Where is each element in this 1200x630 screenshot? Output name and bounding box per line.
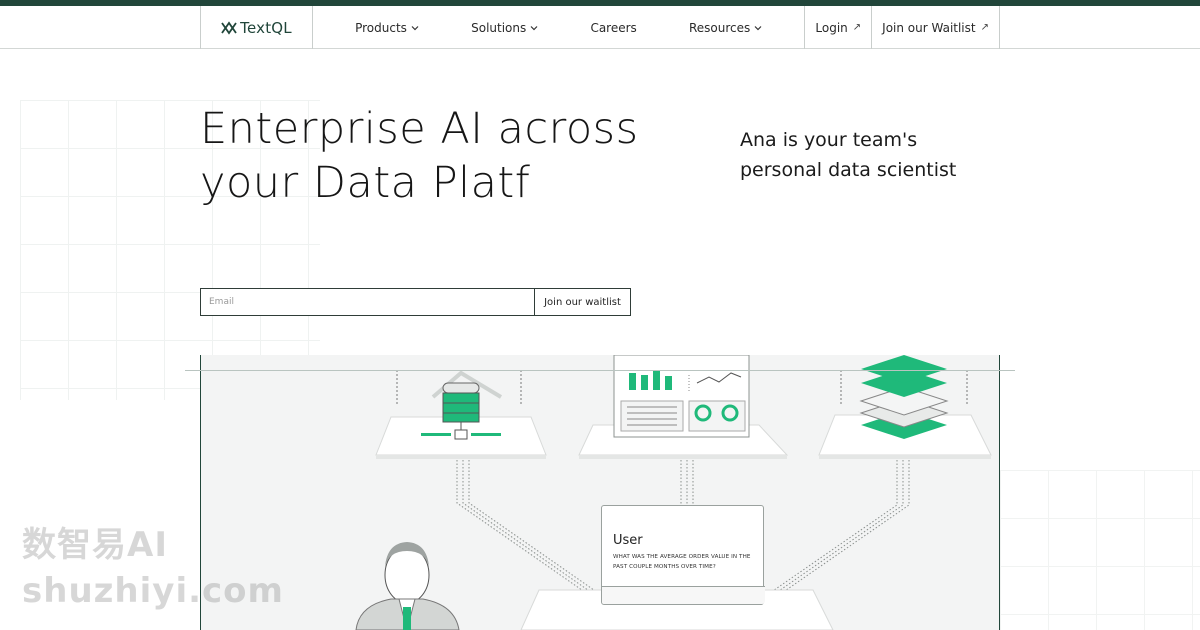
nav-item-careers[interactable]: Careers <box>590 21 636 35</box>
user-label: User <box>613 533 643 548</box>
waitlist-form: Join our waitlist <box>200 288 631 316</box>
hero-title: Enterprise AI across your Data Platf <box>200 102 660 210</box>
join-waitlist-label: Join our Waitlist <box>882 20 976 35</box>
logo[interactable]: TextQL <box>200 6 313 49</box>
join-waitlist-nav-button[interactable]: Join our Waitlist ↗ <box>871 6 1000 49</box>
join-waitlist-button[interactable]: Join our waitlist <box>534 288 631 316</box>
monitor-stand-bar <box>602 586 765 604</box>
hero-subtitle: Ana is your team's personal data scienti… <box>740 129 957 181</box>
email-input[interactable] <box>200 288 534 316</box>
login-label: Login <box>815 20 848 35</box>
avatar-icon <box>355 542 460 630</box>
textql-logo-icon <box>221 20 237 35</box>
nav-item-label: Products <box>355 20 407 35</box>
user-question: What was the average order value in the … <box>613 554 751 570</box>
hero-title-line-1: Enterprise AI across <box>200 104 639 154</box>
login-button[interactable]: Login ↗ <box>804 6 871 49</box>
illustration-top-border <box>185 370 1015 371</box>
nav-item-label: Careers <box>590 20 637 35</box>
nav-item-label: Resources <box>688 20 751 35</box>
chevron-down-icon <box>530 25 538 30</box>
nav-item-solutions[interactable]: Solutions <box>471 21 538 35</box>
hero-illustration: User What was the average order value in… <box>200 355 1000 630</box>
external-arrow-icon: ↗ <box>852 22 862 33</box>
background-grid-right <box>1000 470 1200 630</box>
database-server-icon <box>375 370 547 459</box>
nav-inner: TextQL Products Solutions Careers Resour… <box>200 6 1000 49</box>
nav-item-resources[interactable]: Resources <box>689 21 762 35</box>
nav-links: Products Solutions Careers Resources <box>313 6 804 49</box>
logo-text: TextQL <box>240 18 292 37</box>
user-query-card: User What was the average order value in… <box>601 505 765 605</box>
top-navigation: TextQL Products Solutions Careers Resour… <box>0 6 1200 49</box>
hero-title-line-2: your Data Platf <box>200 158 531 208</box>
nav-item-products[interactable]: Products <box>355 21 419 35</box>
chevron-down-icon <box>754 25 762 30</box>
chevron-down-icon <box>411 25 419 30</box>
nav-item-label: Solutions <box>471 20 527 35</box>
external-arrow-icon: ↗ <box>980 22 989 33</box>
